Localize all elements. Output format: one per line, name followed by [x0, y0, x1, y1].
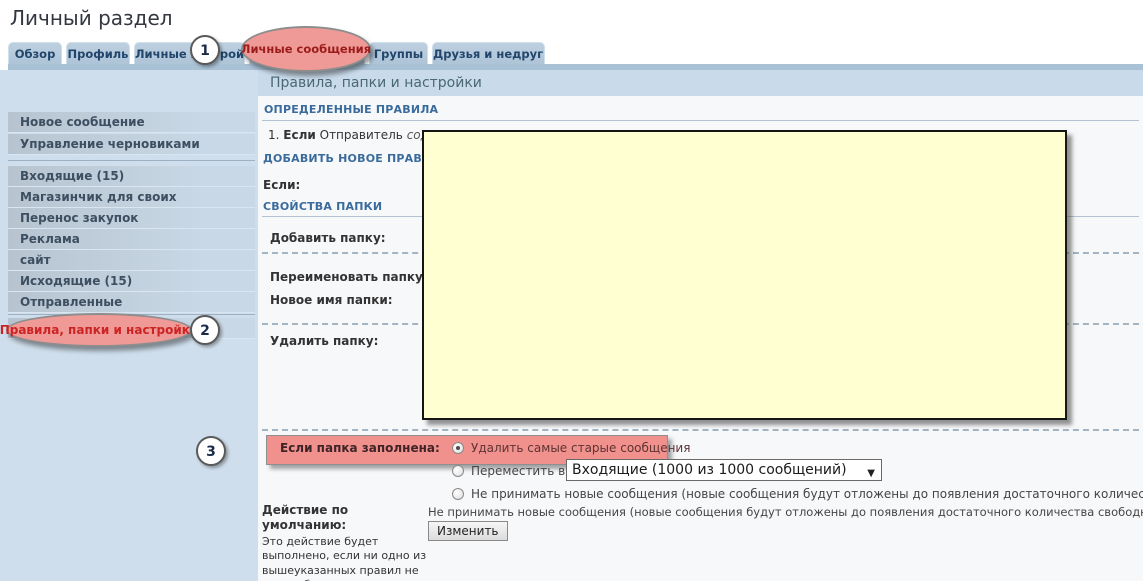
personal-section-page: Личный раздел Обзор Профиль Личные настр…	[0, 0, 1143, 581]
if-label: Если:	[263, 178, 300, 192]
default-action-label: Действие по умолчанию:	[262, 503, 392, 533]
default-action-block: Действие по умолчанию: Это действие буде…	[262, 503, 430, 581]
highlight-ellipse-rules: Правила, папки и настройки	[6, 313, 192, 347]
sidebar-separator	[8, 160, 255, 161]
default-action-current-value: Не принимать новые сообщения (новые сооб…	[428, 505, 1143, 519]
section-folder-props: СВОЙСТВА ПАПКИ	[263, 200, 382, 213]
rule-keyword: Если	[283, 128, 316, 142]
folder-select-value: Входящие (1000 из 1000 сообщений)	[572, 462, 847, 478]
highlighted-sidebar-label[interactable]: Правила, папки и настройки	[0, 323, 198, 337]
tab-overview[interactable]: Обзор	[8, 42, 62, 64]
radio-unchecked-icon[interactable]	[452, 465, 464, 477]
tab-friends-foes[interactable]: Друзья и недруги	[432, 42, 545, 64]
new-folder-name-label: Новое имя папки:	[270, 293, 393, 307]
sidebar-item-manage-drafts[interactable]: Управление черновиками	[8, 134, 255, 155]
dashed-divider	[262, 429, 1139, 431]
option-delete-oldest[interactable]: Удалить самые старые сообщения	[452, 441, 690, 455]
sidebar-item-new-message[interactable]: Новое сообщение	[8, 112, 255, 133]
sidebar-item-shop[interactable]: Магазинчик для своих	[8, 187, 255, 208]
rule-item: 1. Если Отправитель содер	[268, 128, 444, 142]
delete-folder-label: Удалить папку:	[270, 334, 378, 348]
step-circle-3: 3	[196, 436, 226, 466]
option-reject-label: Не принимать новые сообщения (новые сооб…	[471, 487, 1143, 501]
rule-text: Отправитель	[320, 128, 403, 142]
folder-full-label: Если папка заполнена:	[280, 441, 440, 455]
add-folder-label: Добавить папку:	[270, 231, 386, 245]
folder-select[interactable]: Входящие (1000 из 1000 сообщений) ▼	[566, 459, 882, 481]
sidebar-item-ads[interactable]: Реклама	[8, 229, 255, 250]
yellow-overlay-box	[422, 130, 1067, 420]
sidebar-item-inbox[interactable]: Входящие (15)	[8, 166, 255, 187]
sidebar-item-transfer[interactable]: Перенос закупок	[8, 208, 255, 229]
tab-profile[interactable]: Профиль	[66, 42, 130, 64]
option-delete-oldest-label: Удалить самые старые сообщения	[471, 441, 690, 455]
change-button[interactable]: Изменить	[428, 521, 508, 541]
step-circle-2: 2	[190, 315, 220, 345]
radio-checked-icon[interactable]	[452, 442, 464, 454]
chevron-down-icon[interactable]: ▼	[867, 464, 875, 481]
default-action-description: Это действие будет выполнено, если ни од…	[262, 535, 430, 581]
section-defined-rules: ОПРЕДЕЛЕННЫЕ ПРАВИЛА	[264, 103, 438, 116]
highlight-ellipse-private-messages: Личные сообщения	[241, 26, 371, 72]
highlighted-tab-label[interactable]: Личные сообщения	[241, 42, 371, 56]
tab-groups[interactable]: Группы	[369, 42, 428, 64]
sidebar-item-sent[interactable]: Отправленные	[8, 292, 255, 313]
rename-folder-label: Переименовать папку:	[270, 270, 428, 284]
sidebar-item-outbox[interactable]: Исходящие (15)	[8, 271, 255, 292]
content-header: Правила, папки и настройки	[258, 70, 1143, 96]
radio-unchecked-icon[interactable]	[452, 488, 464, 500]
section-underline	[262, 120, 1139, 121]
option-reject-new[interactable]: Не принимать новые сообщения (новые сооб…	[452, 487, 1143, 501]
step-circle-1: 1	[190, 35, 220, 65]
sidebar-item-site[interactable]: сайт	[8, 250, 255, 271]
rule-number: 1.	[268, 128, 279, 142]
page-title: Личный раздел	[10, 6, 173, 30]
